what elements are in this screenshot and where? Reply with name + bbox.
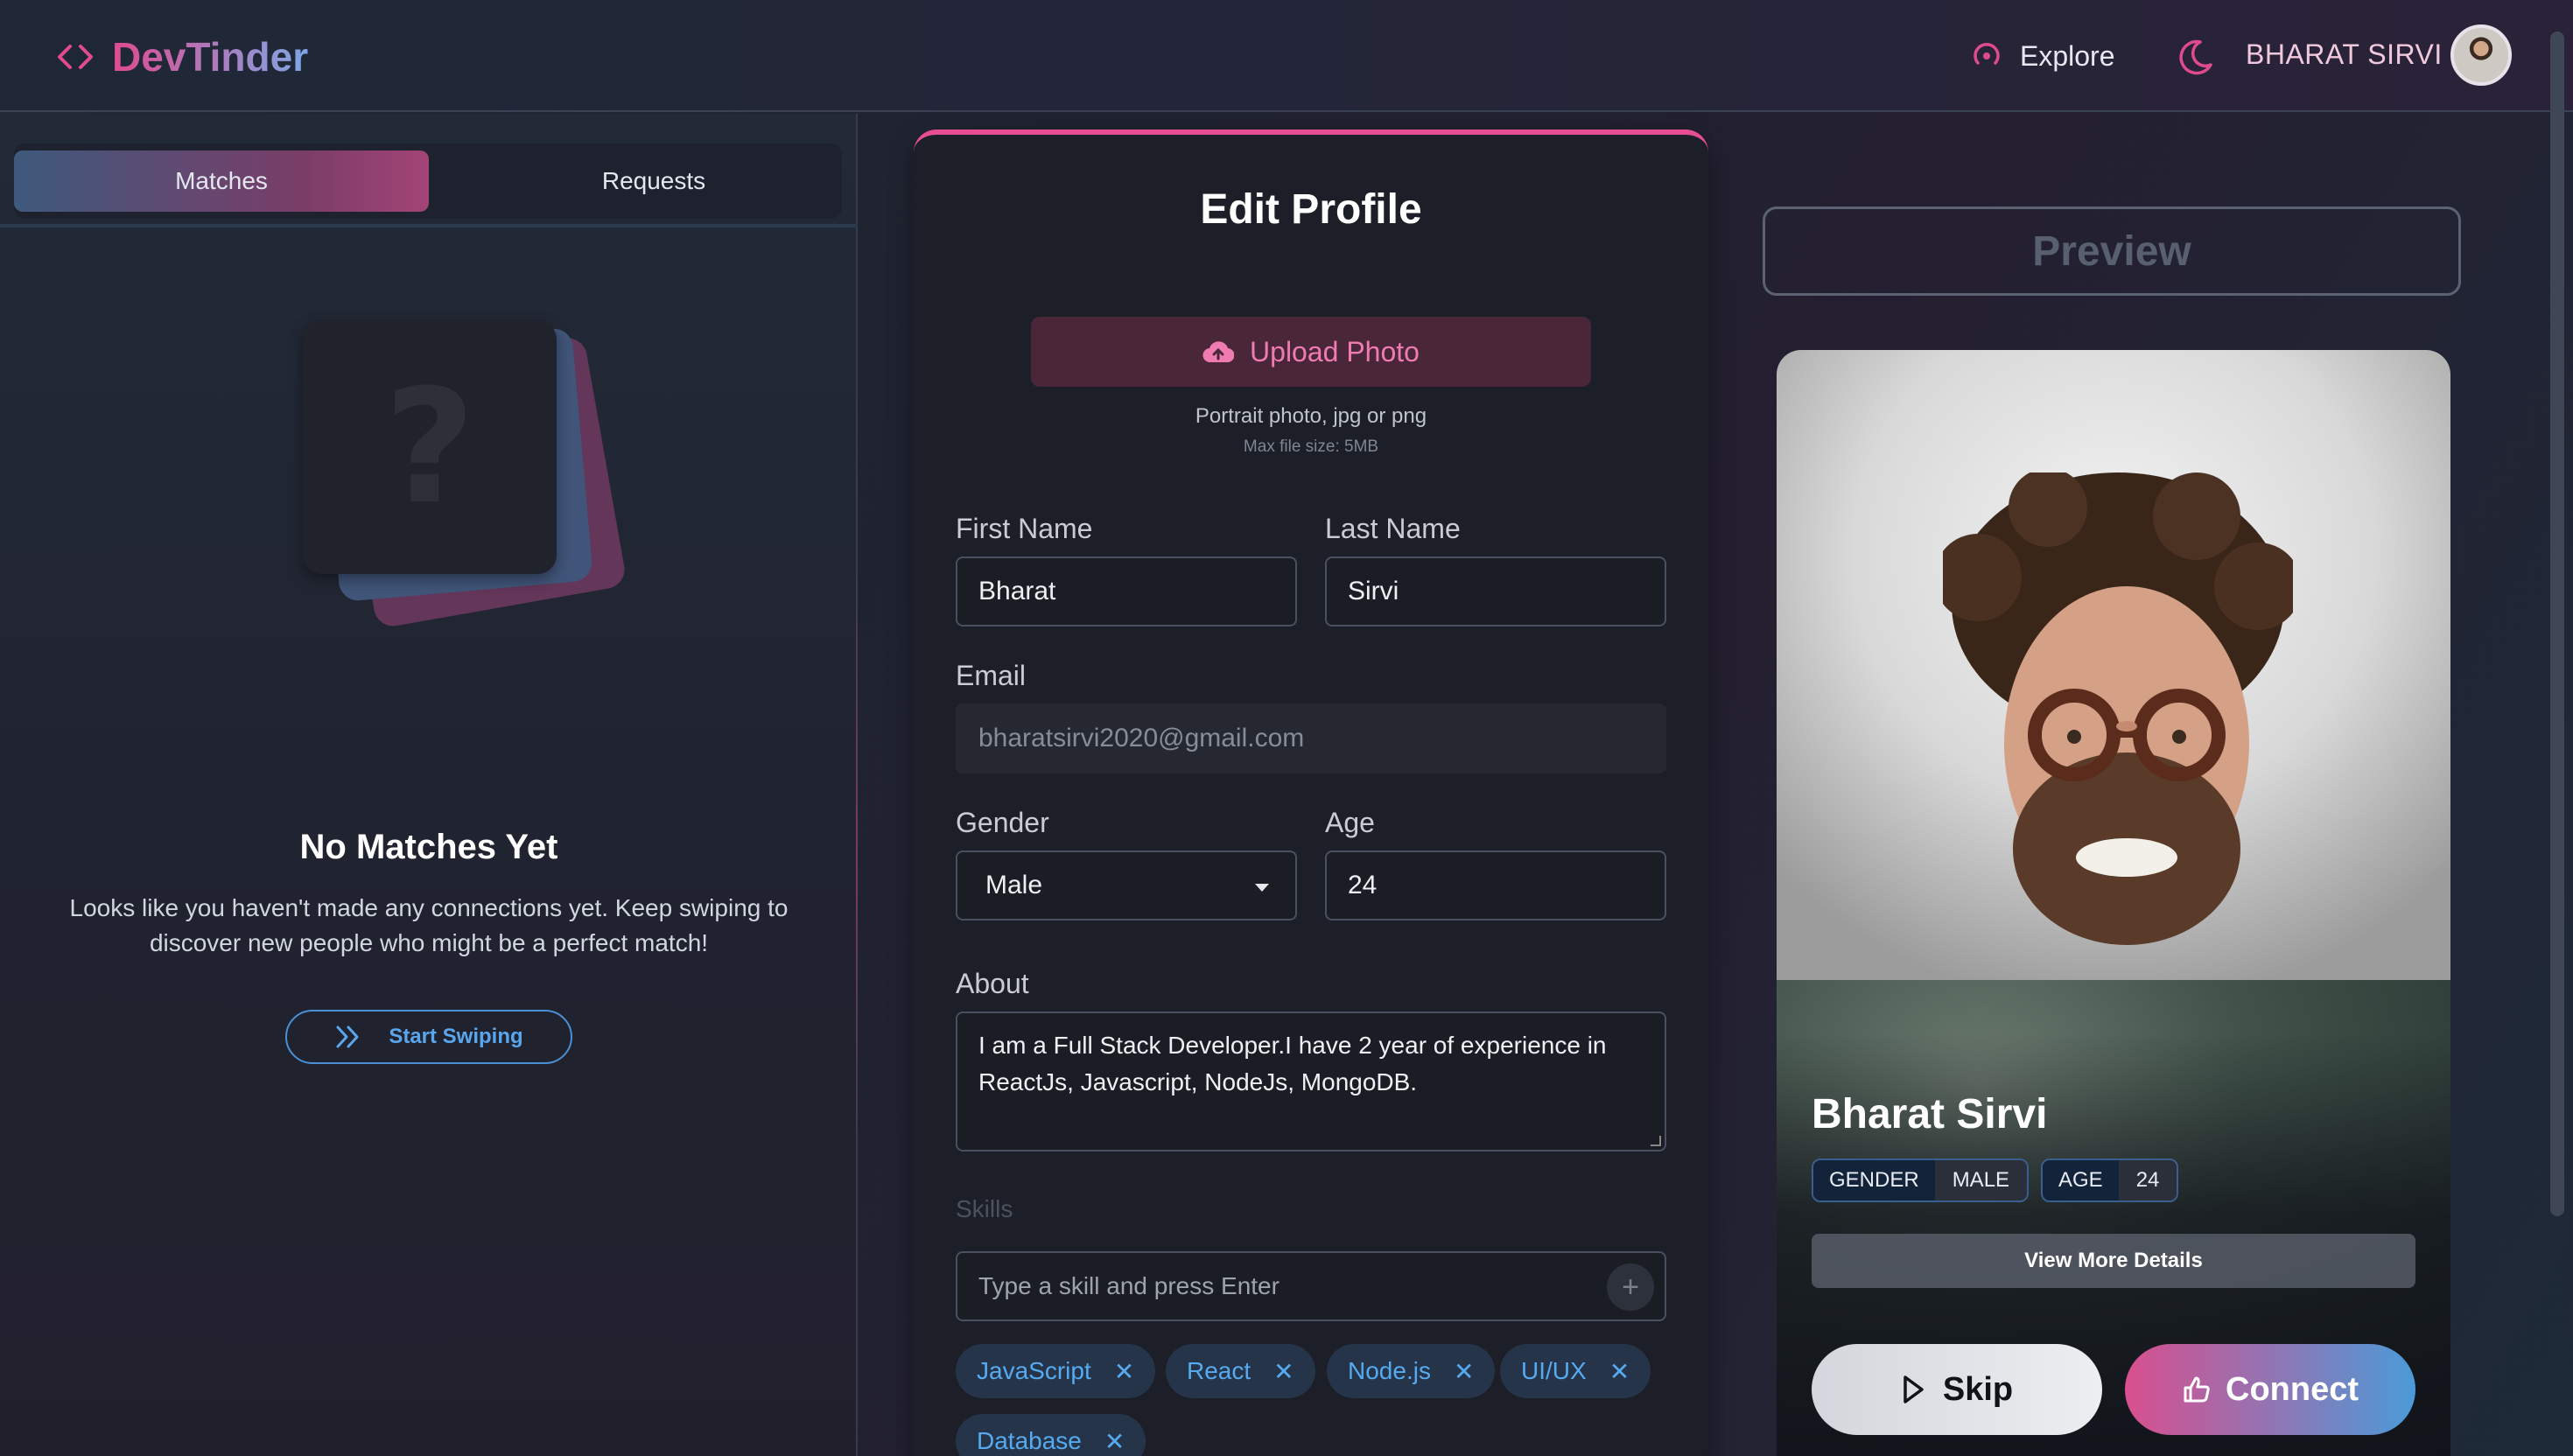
brand-name: DevTinder [112, 34, 309, 80]
skip-button[interactable]: Skip [1812, 1344, 2102, 1435]
code-brackets-icon [58, 45, 93, 69]
connect-button[interactable]: Connect [2125, 1344, 2415, 1435]
view-more-details-button[interactable]: View More Details [1812, 1234, 2415, 1288]
email-field: bharatsirvi2020@gmail.com [956, 704, 1666, 774]
question-mark-icon: ? [383, 355, 476, 539]
empty-state-title: No Matches Yet [299, 828, 558, 866]
explore-radar-icon [1974, 42, 2000, 65]
username-label[interactable]: BHARAT SIRVI [2246, 38, 2443, 71]
tag-key: GENDER [1813, 1160, 1935, 1200]
empty-cards-illustration: ? [298, 320, 627, 635]
skill-chip-label: UI/UX [1521, 1357, 1587, 1384]
brand-logo[interactable]: DevTinder [54, 26, 308, 88]
moon-icon[interactable] [2174, 35, 2218, 79]
skill-chip: Node.js ✕ [1327, 1344, 1496, 1398]
explore-link[interactable]: Explore [1969, 32, 2115, 80]
skill-chip-label: Database [977, 1427, 1082, 1454]
skip-label: Skip [1942, 1370, 2014, 1408]
start-swiping-label: Start Swiping [389, 1025, 523, 1048]
play-icon [1903, 1376, 1924, 1404]
upload-hint: Portrait photo, jpg or png [1195, 404, 1427, 428]
connect-label: Connect [2226, 1370, 2359, 1408]
skill-input-placeholder: Type a skill and press Enter [978, 1272, 1279, 1299]
explore-label: Explore [2020, 39, 2115, 72]
about-textarea[interactable]: I am a Full Stack Developer.I have 2 yea… [956, 1012, 1666, 1152]
top-navbar: DevTinder Explore BHARAT SIRVI [0, 0, 2573, 112]
close-icon[interactable]: ✕ [1273, 1357, 1294, 1386]
avatar[interactable] [2450, 24, 2512, 86]
gender-tag: GENDER MALE [1812, 1158, 2030, 1202]
connection-tabs: Matches Requests [14, 144, 842, 219]
close-icon[interactable]: ✕ [1609, 1357, 1630, 1386]
preview-name: Bharat Sirvi [1812, 1091, 2048, 1138]
age-label: Age [1325, 807, 1375, 838]
skill-chip: React ✕ [1166, 1344, 1315, 1398]
about-text: I am a Full Stack Developer.I have 2 yea… [978, 1032, 1607, 1096]
email-label: Email [956, 660, 1027, 691]
connections-sidebar: Matches Requests ? No Matches Yet Looks … [0, 114, 858, 1456]
tag-value: 24 [2118, 1160, 2177, 1200]
cloud-upload-icon [1202, 341, 1235, 363]
tag-key: AGE [2043, 1160, 2119, 1200]
chevrons-right-icon [336, 1026, 359, 1048]
tag-value: MALE [1934, 1160, 2028, 1200]
skill-chip-label: React [1187, 1357, 1251, 1384]
edit-profile-panel: Edit Profile Upload Photo Portrait photo… [914, 130, 1708, 1456]
about-label: About [956, 968, 1029, 999]
skill-chip-label: JavaScript [977, 1357, 1091, 1384]
page-title: Edit Profile [1200, 186, 1422, 233]
skill-chip: Database ✕ [956, 1414, 1146, 1456]
age-tag: AGE 24 [2041, 1158, 2179, 1202]
last-name-field[interactable]: Sirvi [1325, 556, 1666, 626]
empty-state-text: Looks like you haven't made any connecti… [69, 894, 789, 956]
skill-input[interactable]: Type a skill and press Enter + [956, 1251, 1666, 1321]
first-name-field[interactable]: Bharat [956, 556, 1297, 626]
page-scrollbar[interactable] [2550, 32, 2564, 1216]
first-name-label: First Name [956, 513, 1093, 544]
last-name-label: Last Name [1325, 513, 1461, 544]
profile-preview-card: Bharat Sirvi GENDER MALE AGE 24 View Mor… [1777, 350, 2450, 1456]
upload-size-limit: Max file size: 5MB [1243, 438, 1379, 456]
tab-matches[interactable]: Matches [14, 150, 429, 212]
skill-chip: JavaScript ✕ [956, 1344, 1156, 1398]
resize-handle[interactable] [1651, 1136, 1661, 1146]
caret-down-icon [1255, 884, 1269, 892]
start-swiping-button[interactable]: Start Swiping [285, 1010, 572, 1064]
upload-photo-label: Upload Photo [1250, 335, 1420, 368]
preview-button[interactable]: Preview [1763, 206, 2461, 296]
tab-requests[interactable]: Requests [446, 150, 861, 212]
gender-value: Male [985, 871, 1043, 900]
add-skill-button[interactable]: + [1607, 1264, 1654, 1311]
tabs-divider [0, 224, 858, 228]
upload-photo-button[interactable]: Upload Photo [1031, 317, 1591, 387]
skill-chip: UI/UX ✕ [1500, 1344, 1651, 1398]
skill-chip-label: Node.js [1348, 1357, 1431, 1384]
profile-photo [1943, 472, 2293, 945]
age-field[interactable]: 24 [1325, 850, 1666, 920]
gender-select[interactable]: Male [956, 850, 1297, 920]
skills-label: Skills [956, 1195, 1013, 1222]
thumbs-up-icon [2184, 1376, 2210, 1403]
close-icon[interactable]: ✕ [1104, 1427, 1125, 1456]
stack-card-front: ? [303, 320, 557, 574]
close-icon[interactable]: ✕ [1114, 1357, 1134, 1386]
close-icon[interactable]: ✕ [1454, 1357, 1474, 1386]
gender-label: Gender [956, 807, 1049, 838]
